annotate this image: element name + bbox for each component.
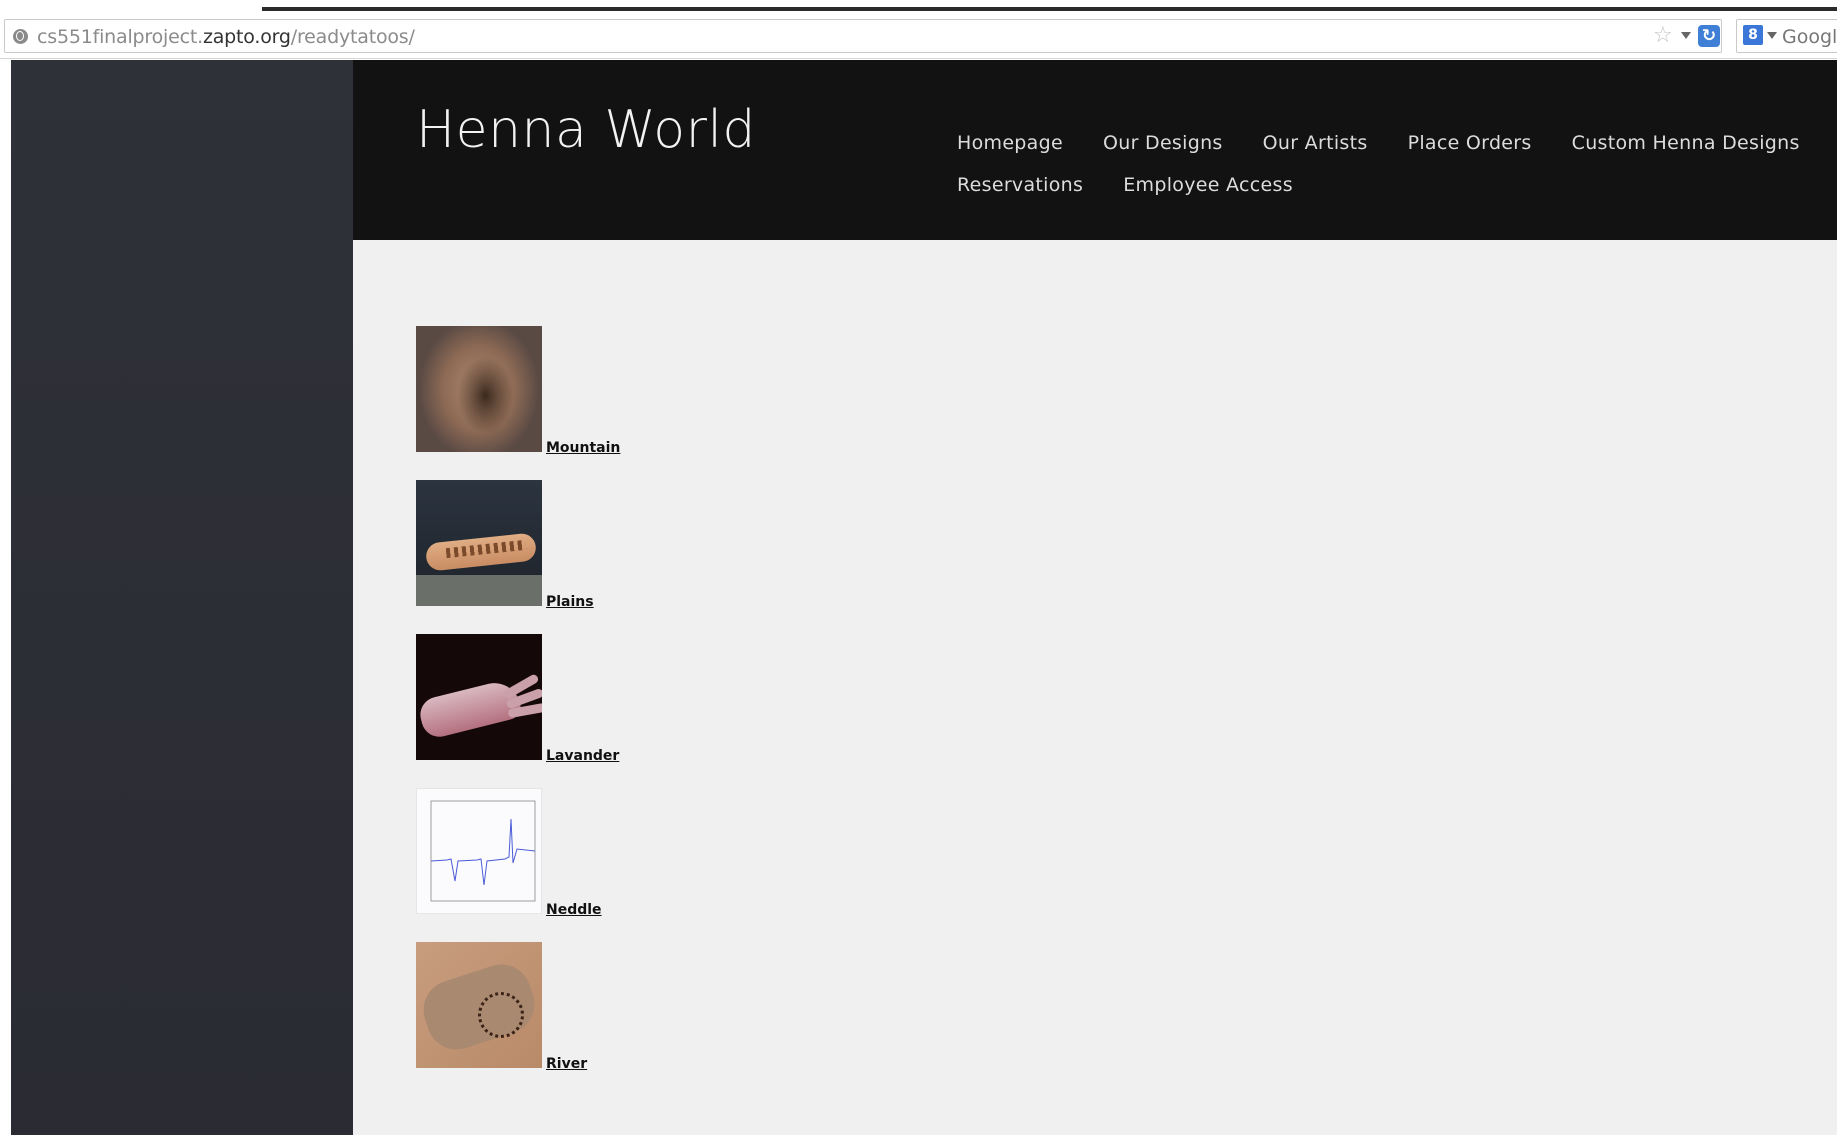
list-item: River	[416, 942, 620, 1072]
design-thumbnail-neddle[interactable]	[416, 788, 542, 914]
design-link-lavander[interactable]: Lavander	[546, 748, 619, 764]
browser-window: cs551finalproject.zapto.org/readytatoos/…	[0, 0, 1837, 1135]
url-text[interactable]: cs551finalproject.zapto.org/readytatoos/	[37, 26, 415, 48]
design-list: Mountain Plains Lavander Neddle River	[416, 326, 620, 1096]
page-load-progress	[262, 7, 1837, 11]
address-bar-strip: cs551finalproject.zapto.org/readytatoos/…	[0, 16, 1837, 59]
main-content: Mountain Plains Lavander Neddle River	[353, 240, 1837, 1135]
list-item: Plains	[416, 480, 620, 610]
design-thumbnail-river[interactable]	[416, 942, 542, 1068]
nav-item-reservations[interactable]: Reservations	[957, 174, 1083, 200]
url-prefix: cs551finalproject.	[37, 26, 203, 48]
nav-item-homepage[interactable]: Homepage	[957, 132, 1063, 158]
design-thumbnail-mountain[interactable]	[416, 326, 542, 452]
reload-icon[interactable]: ↻	[1698, 25, 1720, 47]
address-bar[interactable]: cs551finalproject.zapto.org/readytatoos/…	[4, 19, 1722, 53]
search-input[interactable]: 8 Googl	[1736, 19, 1837, 53]
globe-icon[interactable]	[13, 29, 28, 44]
design-thumbnail-lavander[interactable]	[416, 634, 542, 760]
nav-item-place-orders[interactable]: Place Orders	[1408, 132, 1532, 158]
star-icon[interactable]: ☆	[1653, 23, 1673, 49]
left-decorative-panel	[11, 60, 353, 1135]
design-link-neddle[interactable]: Neddle	[546, 902, 602, 918]
google-search-icon[interactable]: 8	[1743, 25, 1763, 45]
design-link-river[interactable]: River	[546, 1056, 587, 1072]
search-placeholder: Googl	[1782, 26, 1837, 48]
design-link-mountain[interactable]: Mountain	[546, 440, 620, 456]
design-thumbnail-plains[interactable]	[416, 480, 542, 606]
list-item: Mountain	[416, 326, 620, 456]
chevron-down-icon[interactable]	[1767, 32, 1777, 39]
nav-item-custom-henna-designs[interactable]: Custom Henna Designs	[1572, 132, 1800, 158]
url-host: zapto.org	[202, 26, 291, 48]
nav-item-our-designs[interactable]: Our Designs	[1103, 132, 1223, 158]
url-path: /readytatoos/	[290, 26, 415, 48]
nav-row-2: Reservations Employee Access	[957, 174, 1777, 200]
main-nav: Homepage Our Designs Our Artists Place O…	[957, 132, 1799, 216]
nav-item-employee-access[interactable]: Employee Access	[1123, 174, 1293, 200]
site-title[interactable]: Henna World	[416, 100, 756, 160]
nav-item-our-artists[interactable]: Our Artists	[1263, 132, 1368, 158]
nav-row-1: Homepage Our Designs Our Artists Place O…	[957, 132, 1799, 158]
design-link-plains[interactable]: Plains	[546, 594, 594, 610]
list-item: Neddle	[416, 788, 620, 918]
site-header: Henna World Homepage Our Designs Our Art…	[353, 60, 1837, 240]
chevron-down-icon[interactable]	[1681, 32, 1691, 39]
list-item: Lavander	[416, 634, 620, 764]
